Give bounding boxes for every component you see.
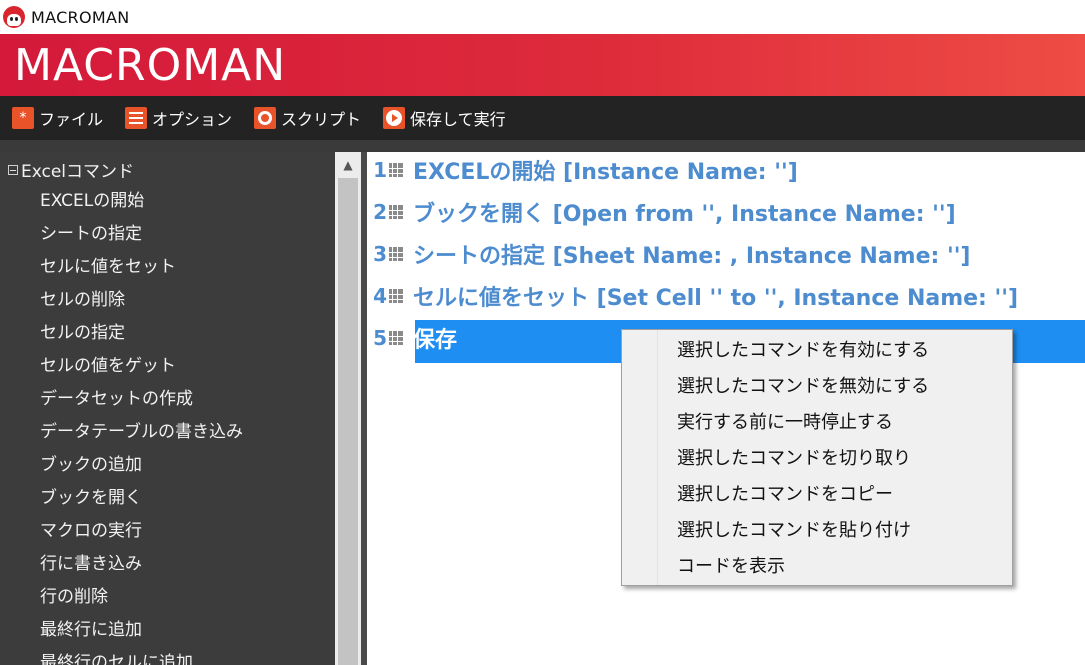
command-number: 3 bbox=[373, 242, 387, 266]
tree-item[interactable]: 行に書き込み bbox=[40, 551, 243, 584]
play-icon bbox=[383, 107, 406, 129]
tree-item[interactable]: データテーブルの書き込み bbox=[40, 419, 243, 452]
list-icon bbox=[125, 107, 148, 129]
command-text: 保存 bbox=[413, 328, 458, 353]
tree-item[interactable]: マクロの実行 bbox=[40, 518, 243, 551]
window-title: MACROMAN bbox=[31, 7, 130, 27]
ctx-disable-command[interactable]: 選択したコマンドを無効にする bbox=[622, 369, 1012, 405]
ctx-pause-before-run[interactable]: 実行する前に一時停止する bbox=[622, 405, 1012, 441]
tree-item[interactable]: セルの削除 bbox=[40, 287, 243, 320]
grid-icon bbox=[389, 163, 403, 177]
tree-item[interactable]: セルに値をセット bbox=[40, 254, 243, 287]
tree-item[interactable]: 最終行に追加 bbox=[40, 617, 243, 650]
ctx-cut-command[interactable]: 選択したコマンドを切り取り bbox=[622, 441, 1012, 477]
command-row[interactable]: 3 シートの指定 [Sheet Name: , Instance Name: '… bbox=[367, 236, 1085, 272]
command-text: ブックを開く [Open from '', Instance Name: ''] bbox=[413, 202, 956, 227]
ctx-show-code[interactable]: コードを表示 bbox=[622, 549, 1012, 585]
scroll-thumb[interactable] bbox=[338, 178, 358, 665]
toolbar-separator bbox=[0, 140, 1085, 152]
grid-icon bbox=[389, 331, 403, 345]
menu-options-label: オプション bbox=[152, 110, 233, 129]
tree-item[interactable]: セルの値をゲット bbox=[40, 353, 243, 386]
menu-save-run[interactable]: 保存して実行 bbox=[383, 106, 506, 130]
command-number: 2 bbox=[373, 200, 387, 224]
window-titlebar: MACROMAN bbox=[0, 0, 1085, 34]
command-number: 5 bbox=[373, 326, 387, 350]
menu-file-label: ファイル bbox=[39, 110, 104, 129]
command-row[interactable]: 1 EXCELの開始 [Instance Name: ''] bbox=[367, 152, 1085, 188]
menu-bar: * ファイル オプション スクリプト 保存して実行 bbox=[0, 96, 1085, 140]
command-text: シートの指定 [Sheet Name: , Instance Name: ''] bbox=[413, 244, 971, 269]
tree-root-excel[interactable]: Excelコマンド bbox=[8, 157, 134, 182]
menu-script[interactable]: スクリプト bbox=[254, 106, 361, 130]
chevron-up-icon[interactable]: ▲ bbox=[335, 152, 361, 178]
tree-item[interactable]: セルの指定 bbox=[40, 320, 243, 353]
menu-script-label: スクリプト bbox=[281, 110, 362, 129]
ctx-copy-command[interactable]: 選択したコマンドをコピー bbox=[622, 477, 1012, 513]
grid-icon bbox=[389, 289, 403, 303]
tree-item[interactable]: EXCELの開始 bbox=[40, 188, 243, 221]
grid-icon bbox=[389, 205, 403, 219]
sidebar-scrollbar[interactable]: ▲ bbox=[335, 152, 361, 665]
tree-item[interactable]: シートの指定 bbox=[40, 221, 243, 254]
ctx-paste-command[interactable]: 選択したコマンドを貼り付け bbox=[622, 513, 1012, 549]
tree-item[interactable]: ブックを開く bbox=[40, 485, 243, 518]
tree-item[interactable]: 行の削除 bbox=[40, 584, 243, 617]
tree-item[interactable]: ブックの追加 bbox=[40, 452, 243, 485]
collapse-icon[interactable] bbox=[8, 164, 18, 175]
command-number: 1 bbox=[373, 158, 387, 182]
command-text: EXCELの開始 [Instance Name: ''] bbox=[413, 160, 798, 185]
tree-root-label: Excelコマンド bbox=[21, 162, 135, 182]
tree-items: EXCELの開始 シートの指定 セルに値をセット セルの削除 セルの指定 セルの… bbox=[40, 188, 243, 665]
disc-icon bbox=[254, 107, 277, 129]
header-banner: MACROMAN bbox=[0, 34, 1085, 96]
command-number: 4 bbox=[373, 284, 387, 308]
command-row[interactable]: 2 ブックを開く [Open from '', Instance Name: '… bbox=[367, 194, 1085, 230]
menu-save-run-label: 保存して実行 bbox=[410, 110, 506, 129]
command-text: セルに値をセット [Set Cell '' to '', Instance Na… bbox=[413, 286, 1019, 311]
command-row[interactable]: 4 セルに値をセット [Set Cell '' to '', Instance … bbox=[367, 278, 1085, 314]
command-sidebar: Excelコマンド EXCELの開始 シートの指定 セルに値をセット セルの削除… bbox=[0, 152, 335, 665]
tree-item[interactable]: データセットの作成 bbox=[40, 386, 243, 419]
menu-options[interactable]: オプション bbox=[125, 106, 232, 130]
app-logo-icon bbox=[3, 6, 25, 28]
tree-item[interactable]: 最終行のセルに追加 bbox=[40, 650, 243, 665]
ctx-enable-command[interactable]: 選択したコマンドを有効にする bbox=[622, 333, 1012, 369]
menu-file[interactable]: * ファイル bbox=[12, 106, 103, 130]
context-menu: 選択したコマンドを有効にする 選択したコマンドを無効にする 実行する前に一時停止… bbox=[621, 329, 1013, 586]
brand-title: MACROMAN bbox=[14, 40, 287, 91]
grid-icon bbox=[389, 247, 403, 261]
asterisk-icon: * bbox=[12, 107, 34, 129]
